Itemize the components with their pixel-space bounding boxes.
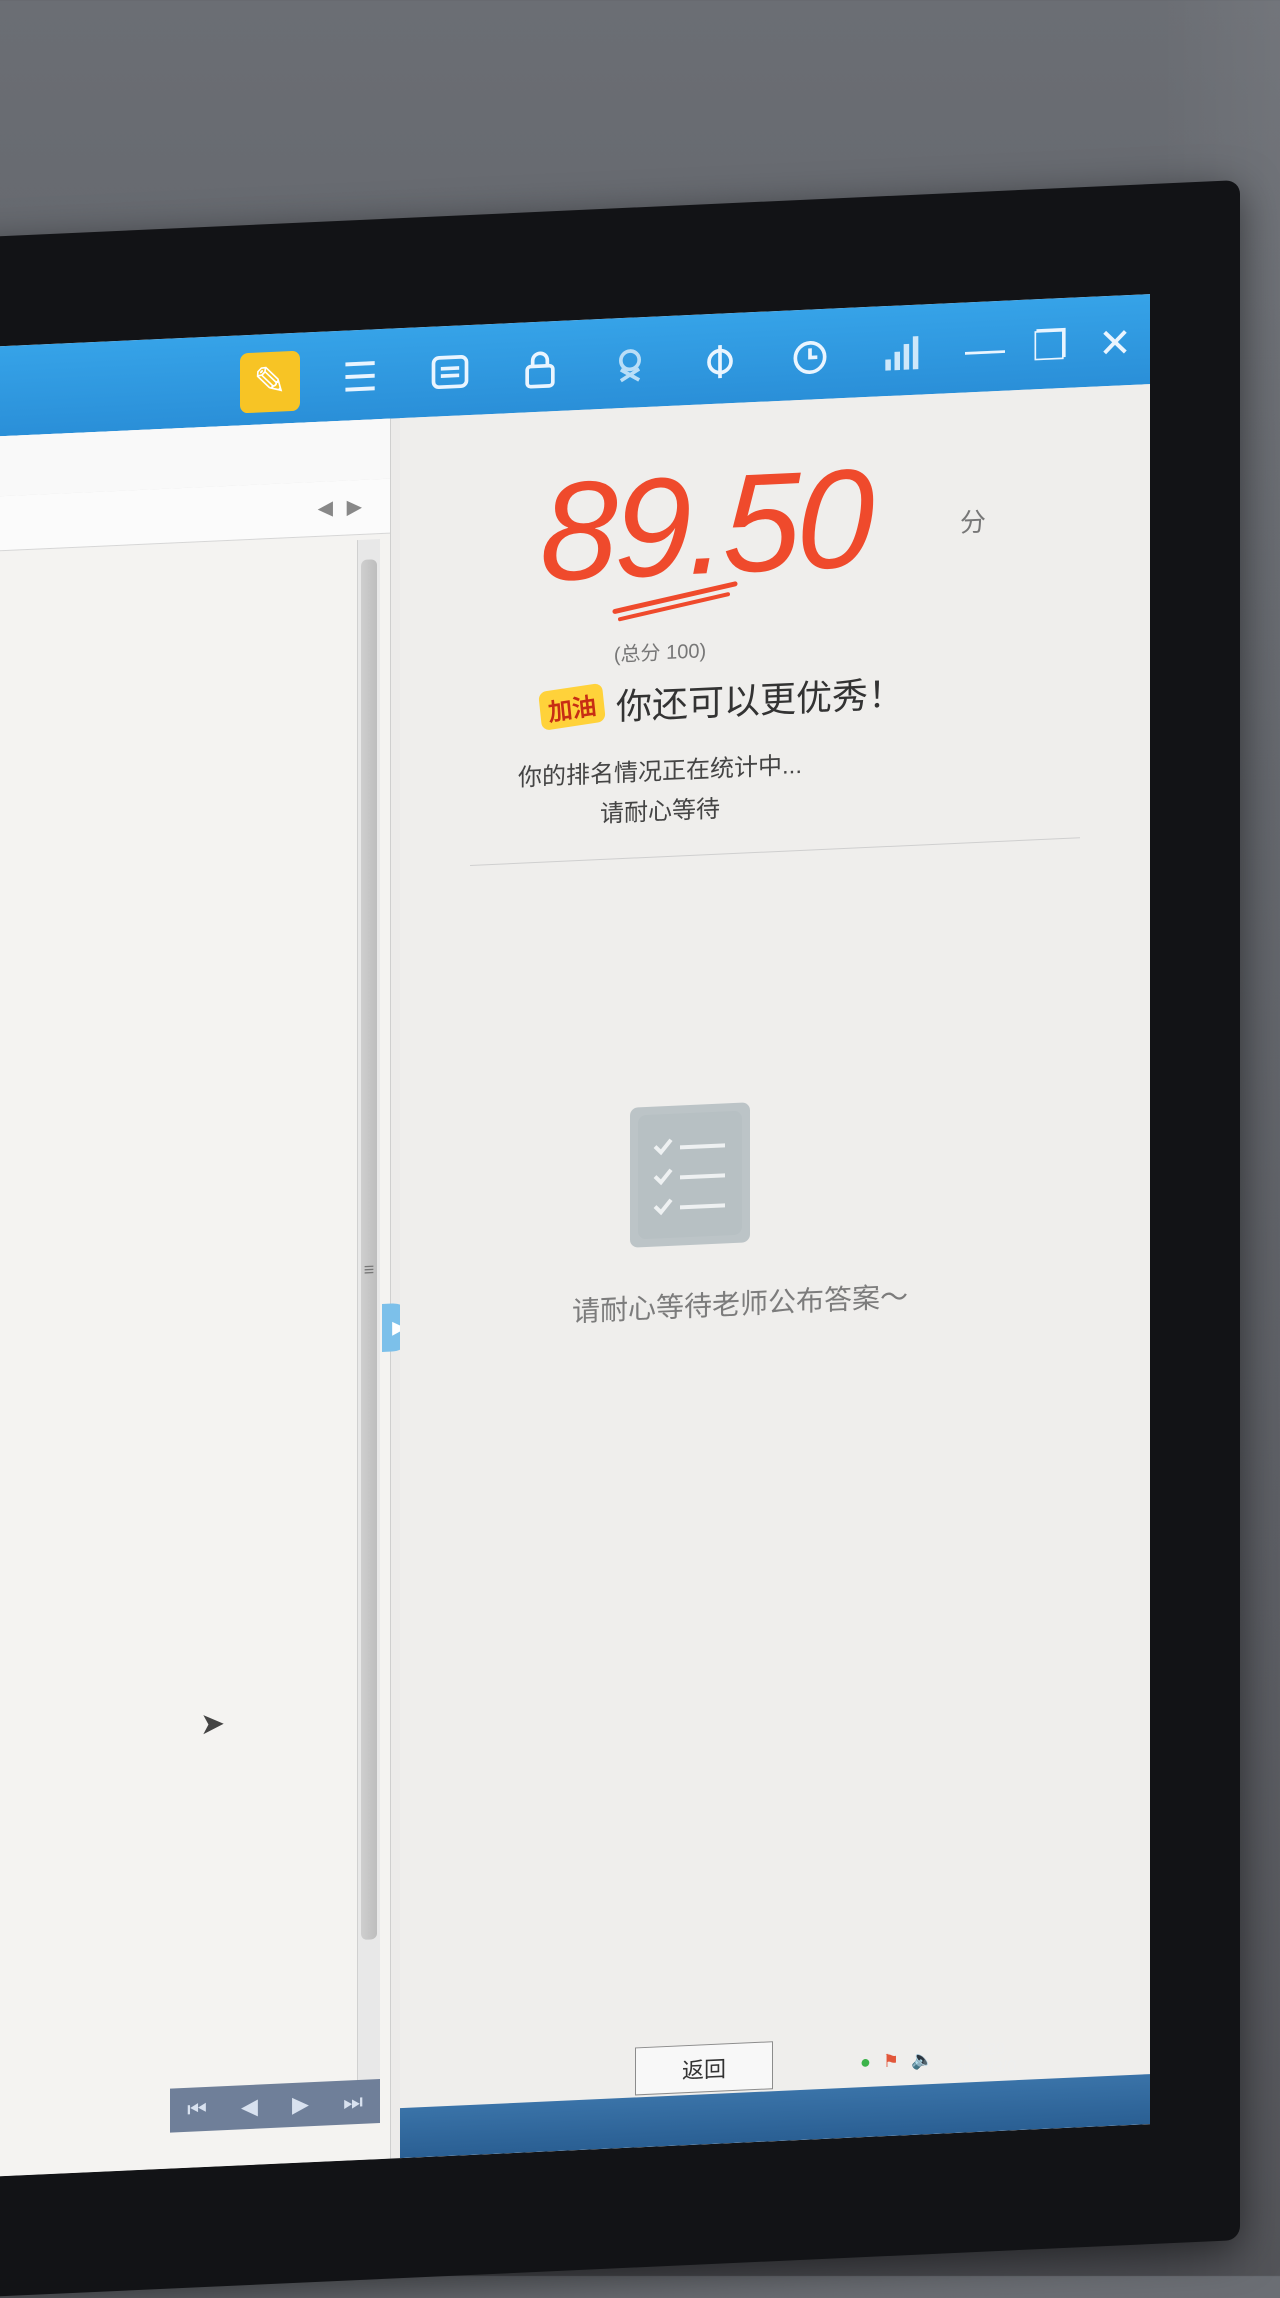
result-panel: 89.50 分 (总分 100) 加油 你还可以更优秀！ 你的排名情况正在统计中… [400, 384, 1150, 2159]
divider [470, 837, 1080, 866]
cheer-badge: 加油 [538, 682, 606, 731]
menu-icon[interactable]: ☰ [330, 347, 390, 410]
score-unit: 分 [960, 506, 987, 538]
tray-app-icon[interactable]: ● [860, 2052, 871, 2073]
back-button[interactable]: 返回 [635, 2041, 773, 2096]
volume-icon[interactable]: 🔈 [911, 2049, 933, 2071]
minimize-glyph: — [965, 326, 1005, 372]
scrollbar-grip-icon: ≡ [363, 1259, 375, 1280]
clock-date: 2020/3/0 [953, 2058, 1017, 2078]
tray-flag-icon[interactable]: ⚑ [883, 2050, 899, 2072]
first-page-icon[interactable]: ⏮ [187, 2096, 207, 2123]
clock-icon-svg [793, 341, 827, 375]
vertical-scrollbar[interactable]: ≡ [357, 539, 380, 2101]
pencil-glyph: ✎ [253, 359, 287, 405]
prev-page-icon[interactable]: ◀ [241, 2094, 258, 2121]
lock-icon-svg [525, 351, 555, 389]
encouragement-row: 加油 你还可以更优秀！ [538, 665, 905, 734]
scrollbar-thumb[interactable] [361, 559, 377, 1940]
taskbar [400, 2074, 1150, 2159]
answer-pending-message: 请耐心等待老师公布答案～ [571, 1281, 908, 1328]
score-underline-icon [612, 581, 738, 622]
next-page-icon[interactable]: ▶ [292, 2091, 309, 2118]
clock-icon[interactable] [780, 326, 840, 389]
list-icon-svg [431, 355, 469, 390]
network-icon[interactable] [690, 330, 750, 393]
network-icon-svg [707, 345, 733, 379]
last-page-icon[interactable]: ⏭ [343, 2089, 363, 2116]
cheer-text: 你还可以更优秀！ [616, 673, 905, 728]
lock-icon[interactable] [510, 338, 570, 401]
pencil-icon[interactable]: ✎ [240, 350, 300, 414]
signal-icon-svg [885, 336, 919, 371]
tools-icon[interactable] [600, 334, 660, 397]
question-panel: ◀ ▶ ≡ ➤ ⏮ ◀ ▶ ⏭ [0, 418, 391, 2177]
list-icon[interactable] [420, 343, 480, 406]
menu-glyph: ☰ [342, 355, 378, 401]
close-glyph: ✕ [1098, 320, 1132, 367]
checklist-icon [630, 1102, 750, 1248]
taskbar-clock[interactable]: 15:29 2020/3/0 [940, 2040, 1030, 2080]
restore-glyph: ❐ [1032, 323, 1068, 370]
score-summary: 89.50 分 (总分 100) 加油 你还可以更优秀！ 你的排名情况正在统计中… [400, 384, 1150, 828]
page-navigation: ⏮ ◀ ▶ ⏭ [170, 2079, 380, 2133]
signal-icon[interactable] [870, 322, 930, 385]
close-icon[interactable]: ✕ [1085, 312, 1145, 375]
tools-icon-svg [619, 349, 641, 383]
restore-icon[interactable]: ❐ [1020, 315, 1080, 378]
monitor-bezel: ✎ ☰ — ❐ ✕ ◀ ▶ ≡ ➤ ⏮ ◀ ▶ ⏭ ▶ 89.50 分 (总分 … [0, 180, 1240, 2298]
checklist-icon-svg [638, 1110, 742, 1239]
tab-scroll-arrows[interactable]: ◀ ▶ [318, 494, 366, 521]
screen: ✎ ☰ — ❐ ✕ ◀ ▶ ≡ ➤ ⏮ ◀ ▶ ⏭ ▶ 89.50 分 (总分 … [0, 294, 1150, 2177]
mouse-cursor-icon: ➤ [200, 1707, 226, 1742]
system-tray: ● ⚑ 🔈 [860, 2049, 933, 2073]
minimize-icon[interactable]: — [955, 318, 1015, 381]
